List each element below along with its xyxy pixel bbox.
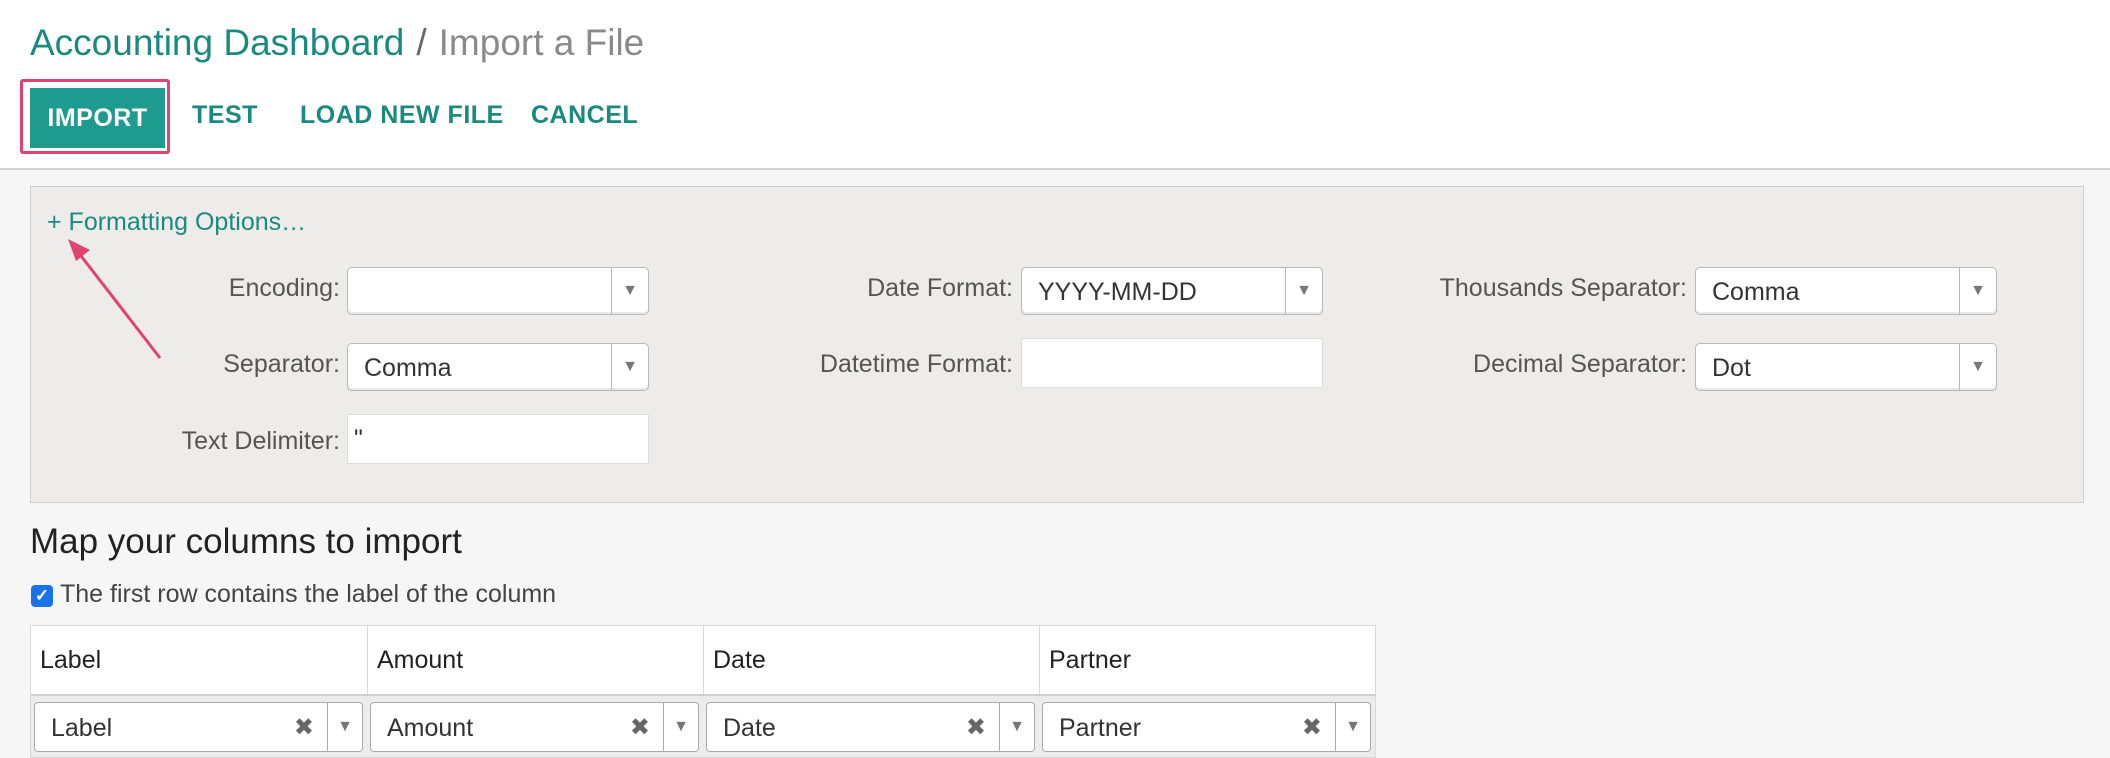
caret-down-icon[interactable]: ▼ [999, 703, 1034, 751]
column-header: Partner [1040, 626, 1375, 694]
column-header-label: Partner [1049, 646, 1131, 674]
clear-x-icon[interactable]: ✖ [966, 713, 986, 742]
column-header: Label [31, 626, 368, 694]
checkmark-icon: ✓ [34, 586, 50, 605]
column-mapping-table: Label Amount Date Partner Label ✖ ▼ Amou… [30, 625, 1376, 758]
field-mapping-select[interactable]: Partner ✖ ▼ [1042, 702, 1371, 752]
field-mapping-select[interactable]: Amount ✖ ▼ [370, 702, 699, 752]
clear-x-icon[interactable]: ✖ [630, 713, 650, 742]
field-mapping-value: Amount [387, 714, 474, 742]
caret-down-icon[interactable]: ▼ [1335, 703, 1370, 751]
clear-x-icon[interactable]: ✖ [294, 713, 314, 742]
first-row-label-checkbox[interactable]: ✓ [31, 585, 53, 607]
field-mapping-select[interactable]: Date ✖ ▼ [706, 702, 1035, 752]
caret-down-icon[interactable]: ▼ [663, 703, 698, 751]
field-mapping-row: Label ✖ ▼ Amount ✖ ▼ Date ✖ ▼ Partner ✖ … [31, 694, 1375, 757]
column-header-label: Date [713, 646, 766, 674]
caret-down-icon[interactable]: ▼ [327, 703, 362, 751]
field-mapping-value: Partner [1059, 714, 1141, 742]
clear-x-icon[interactable]: ✖ [1302, 713, 1322, 742]
first-row-label-text: The first row contains the label of the … [60, 580, 557, 608]
field-mapping-value: Label [51, 714, 113, 742]
map-columns-heading: Map your columns to import [30, 522, 462, 561]
column-header-label: Label [40, 646, 102, 674]
field-mapping-select[interactable]: Label ✖ ▼ [34, 702, 363, 752]
column-header-label: Amount [377, 646, 464, 674]
column-header: Date [704, 626, 1040, 694]
field-mapping-value: Date [723, 714, 776, 742]
column-header: Amount [368, 626, 704, 694]
